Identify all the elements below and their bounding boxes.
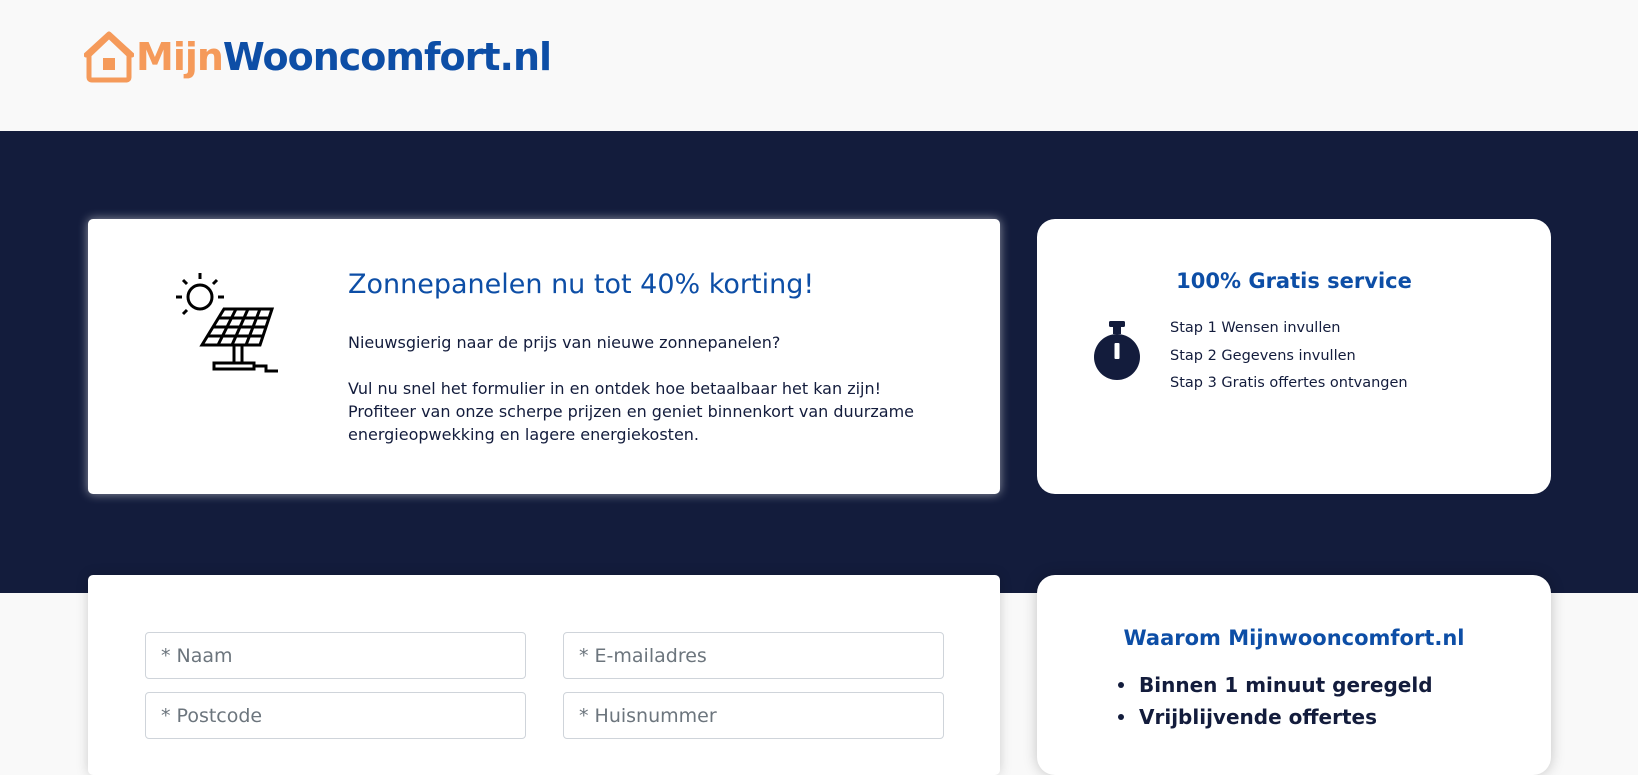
- why-list: Binnen 1 minuut geregeld Vrijblijvende o…: [1118, 669, 1433, 733]
- promo-description: Vul nu snel het formulier in en ontdek h…: [348, 379, 915, 444]
- service-step: Stap 1 Wensen invullen: [1170, 320, 1341, 336]
- postcode-field[interactable]: [145, 692, 526, 739]
- logo-text: MijnWooncomfort.nl: [136, 35, 552, 79]
- email-field[interactable]: [563, 632, 944, 679]
- promo-card: Zonnepanelen nu tot 40% korting! Nieuwsg…: [88, 219, 1000, 494]
- why-item: Vrijblijvende offertes: [1118, 701, 1433, 733]
- quote-form-card: [88, 575, 1000, 775]
- stopwatch-icon: [1093, 321, 1141, 386]
- promo-title: Zonnepanelen nu tot 40% korting!: [348, 269, 815, 300]
- site-logo[interactable]: MijnWooncomfort.nl: [84, 29, 552, 85]
- housenumber-field[interactable]: [563, 692, 944, 739]
- service-step: Stap 2 Gegevens invullen: [1170, 347, 1356, 364]
- solar-panel-icon: [174, 271, 284, 382]
- logo-text-wooncomfort: Wooncomfort.nl: [222, 35, 552, 79]
- service-title: 100% Gratis service: [1176, 269, 1412, 293]
- name-field[interactable]: [145, 632, 526, 679]
- why-title: Waarom Mijnwooncomfort.nl: [1123, 626, 1465, 650]
- site-header: MijnWooncomfort.nl: [0, 0, 1638, 131]
- why-card: Waarom Mijnwooncomfort.nl Binnen 1 minuu…: [1037, 575, 1551, 775]
- promo-intro: Nieuwsgierig naar de prijs van nieuwe zo…: [348, 333, 781, 352]
- service-step: Stap 3 Gratis offertes ontvangen: [1170, 375, 1408, 391]
- why-item: Binnen 1 minuut geregeld: [1118, 669, 1433, 701]
- house-icon: [84, 31, 134, 83]
- logo-text-mijn: Mijn: [136, 35, 224, 79]
- promo-body: Nieuwsgierig naar de prijs van nieuwe zo…: [348, 331, 948, 446]
- service-card: 100% Gratis service Stap 1 Wensen invull…: [1037, 219, 1551, 494]
- service-steps: Stap 1 Wensen invullen Stap 2 Gegevens i…: [1170, 315, 1408, 398]
